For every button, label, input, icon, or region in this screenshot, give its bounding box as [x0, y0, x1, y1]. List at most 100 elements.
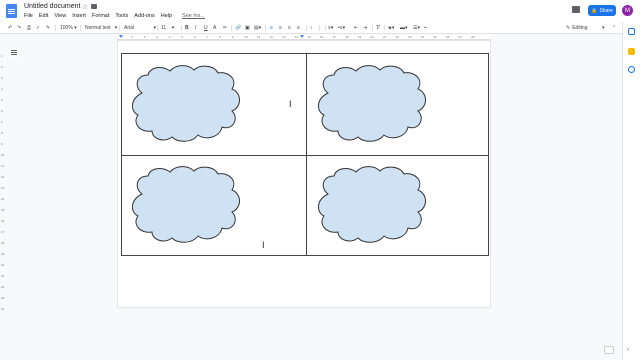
- tasks-icon[interactable]: [628, 66, 635, 73]
- ruler-mark: 7: [206, 35, 209, 39]
- document-page[interactable]: I I: [117, 40, 491, 308]
- last-edit-link[interactable]: See his...: [182, 13, 205, 19]
- vertical-ruler[interactable]: 1 2 3 4 5 6 7 8 9 10 11 12 13 14 15 16 17 18 19 20 21 22 23 24: [0, 40, 6, 311]
- ruler-mark: 13: [282, 35, 286, 39]
- increase-indent-icon[interactable]: ⇥: [363, 24, 367, 32]
- menu-addons[interactable]: Add-ons: [134, 13, 155, 19]
- menu-help[interactable]: Help: [161, 13, 172, 19]
- cloud-shape[interactable]: [314, 164, 430, 246]
- toolbar: ↶ ↷ ⎙ ✓ ✎ 100% ▾ Normal text ▾ Arial ▾ 1…: [0, 22, 622, 34]
- vertical-ruler-mark: 15: [1, 208, 5, 212]
- bulleted-list-icon[interactable]: •≡▾: [338, 24, 345, 32]
- menu-file[interactable]: File: [24, 13, 33, 19]
- numbered-list-icon[interactable]: ⋮≡▾: [323, 24, 333, 32]
- cloud-shape[interactable]: [128, 63, 244, 145]
- table-cell[interactable]: [307, 156, 490, 257]
- chevron-right-icon[interactable]: ›: [627, 347, 629, 353]
- vertical-ruler-mark: 2: [1, 65, 3, 69]
- spellcheck-icon[interactable]: ✓: [36, 24, 40, 32]
- clear-formatting-icon[interactable]: T̸: [376, 24, 379, 32]
- text-color-icon[interactable]: A: [213, 24, 216, 32]
- print-icon[interactable]: ⎙: [27, 24, 31, 32]
- menu-bar: File Edit View Insert Format Tools Add-o…: [24, 13, 205, 19]
- ruler-mark: 26: [446, 35, 450, 39]
- font-size-select[interactable]: 11 ▾: [161, 24, 174, 32]
- document-title[interactable]: Untitled document: [24, 3, 80, 10]
- menu-tools[interactable]: Tools: [115, 13, 128, 19]
- fill-color-icon[interactable]: ◈▾: [388, 24, 394, 32]
- italic-icon[interactable]: I: [195, 24, 196, 32]
- ruler-mark: 6: [194, 35, 196, 39]
- bold-icon[interactable]: B: [185, 24, 189, 32]
- toolbar-divider: [372, 25, 373, 31]
- star-icon[interactable]: ☆: [82, 3, 88, 11]
- ruler-mark: 3: [156, 35, 158, 39]
- align-left-icon[interactable]: ≡: [270, 24, 273, 32]
- ruler-mark: 24: [420, 35, 425, 39]
- undo-icon[interactable]: ↶: [8, 24, 12, 32]
- menu-format[interactable]: Format: [92, 13, 109, 19]
- avatar[interactable]: M: [622, 5, 633, 16]
- style-select[interactable]: Normal text ▾: [85, 24, 117, 32]
- table-cell[interactable]: [122, 54, 306, 155]
- ruler-mark: 14: [294, 35, 299, 39]
- vertical-ruler-mark: 16: [1, 219, 5, 223]
- text-cursor-icon: I: [262, 240, 265, 250]
- cloud-shape[interactable]: [128, 164, 244, 246]
- toolbar-divider: [55, 25, 56, 31]
- align-right-icon[interactable]: ≡: [288, 24, 291, 32]
- menu-view[interactable]: View: [54, 13, 66, 19]
- vertical-ruler-mark: 17: [1, 230, 5, 234]
- folder-icon[interactable]: [91, 4, 97, 9]
- comment-add-icon[interactable]: ▣: [245, 24, 250, 32]
- collapse-toolbar-icon[interactable]: ⌃: [612, 24, 616, 32]
- image-icon[interactable]: ▤▾: [254, 24, 261, 32]
- underline-icon[interactable]: U: [204, 24, 208, 32]
- explore-button[interactable]: [604, 346, 614, 354]
- ruler-mark: 8: [219, 35, 221, 39]
- vertical-ruler-mark: 5: [1, 98, 3, 102]
- ruler-mark: 11: [257, 35, 261, 39]
- ruler-mark: 18: [345, 35, 349, 39]
- document-outline-icon[interactable]: [9, 48, 19, 57]
- comments-icon[interactable]: [572, 6, 580, 13]
- paint-format-icon[interactable]: ✎: [46, 24, 50, 32]
- vertical-ruler-mark: 13: [1, 186, 5, 190]
- border-dash-icon[interactable]: ┅: [424, 24, 427, 32]
- border-width-icon[interactable]: ☰▾: [413, 24, 420, 32]
- table[interactable]: I I: [121, 53, 489, 256]
- table-cell[interactable]: [122, 156, 306, 257]
- ruler-mark: 19: [357, 35, 362, 39]
- vertical-ruler-mark: 21: [1, 274, 5, 278]
- calendar-icon[interactable]: [628, 28, 635, 35]
- ruler-mark: 4: [168, 35, 171, 39]
- font-select[interactable]: Arial ▾: [124, 24, 156, 32]
- decrease-indent-icon[interactable]: ⇤: [354, 24, 358, 32]
- vertical-ruler-mark: 4: [1, 87, 3, 91]
- table-cell[interactable]: [307, 54, 490, 155]
- align-justify-icon[interactable]: ≡: [297, 24, 300, 32]
- vertical-ruler-mark: 12: [1, 175, 5, 179]
- line-spacing-icon[interactable]: ↕: [310, 24, 313, 32]
- zoom-value: 100%: [60, 25, 73, 31]
- editing-mode-select[interactable]: ✎ Editing ▾: [566, 24, 605, 32]
- border-color-icon[interactable]: ▬▾: [400, 24, 408, 32]
- vertical-ruler-mark: 19: [1, 252, 5, 256]
- highlight-icon[interactable]: ✏: [223, 24, 227, 32]
- keep-icon[interactable]: [628, 48, 635, 55]
- right-indent-marker[interactable]: [300, 35, 304, 38]
- ruler-mark: 25: [433, 35, 437, 39]
- align-center-icon[interactable]: ≡: [279, 24, 282, 32]
- menu-edit[interactable]: Edit: [39, 13, 48, 19]
- ruler-mark: 10: [244, 35, 248, 39]
- share-button[interactable]: 🔒 Share: [588, 5, 616, 16]
- docs-logo-icon[interactable]: [6, 4, 17, 18]
- cloud-shape[interactable]: [314, 63, 430, 145]
- vertical-ruler-mark: 23: [1, 296, 5, 300]
- left-indent-marker[interactable]: [119, 35, 123, 38]
- toolbar-divider: [157, 25, 158, 31]
- menu-insert[interactable]: Insert: [72, 13, 86, 19]
- zoom-select[interactable]: 100% ▾: [60, 24, 77, 32]
- link-icon[interactable]: 🔗: [235, 24, 241, 32]
- redo-icon[interactable]: ↷: [17, 24, 21, 32]
